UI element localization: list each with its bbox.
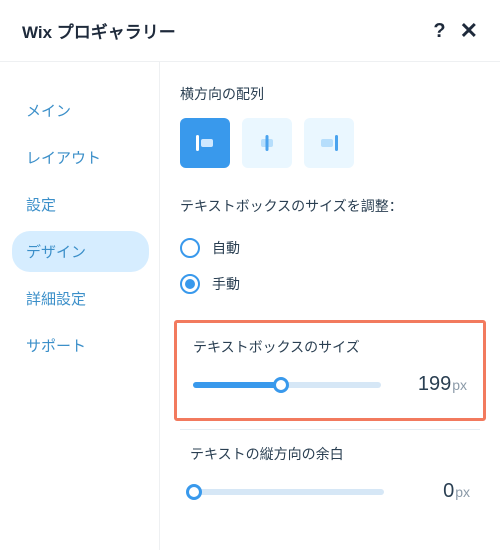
textbox-size-value: 199 (418, 373, 451, 395)
textbox-size-control: 199px (193, 373, 467, 396)
panel-body: メイン レイアウト 設定 デザイン 詳細設定 サポート 横方向の配列 (0, 62, 500, 550)
sidebar-item-settings[interactable]: 設定 (12, 184, 149, 225)
panel-title: Wix プロギャラリー (22, 18, 176, 43)
textbox-size-highlight: テキストボックスのサイズ 199px (174, 320, 486, 421)
sizing-mode-auto[interactable]: 自動 (180, 230, 480, 266)
vertical-margin-slider[interactable] (190, 484, 384, 500)
vertical-margin-value-display: 0px (400, 480, 470, 503)
horizontal-align-title: 横方向の配列 (180, 84, 480, 104)
align-right-button[interactable] (304, 118, 354, 168)
close-icon[interactable]: ✕ (460, 20, 478, 42)
slider-fill (193, 382, 281, 388)
vertical-margin-control: 0px (190, 480, 470, 503)
textbox-size-slider[interactable] (193, 377, 381, 393)
vertical-margin-unit: px (455, 484, 470, 500)
align-left-button[interactable] (180, 118, 230, 168)
slider-thumb[interactable] (186, 484, 202, 500)
sizing-mode-manual[interactable]: 手動 (180, 266, 480, 302)
vertical-margin-value: 0 (443, 480, 454, 502)
align-center-button[interactable] (242, 118, 292, 168)
sidebar-item-layout[interactable]: レイアウト (12, 137, 149, 178)
textbox-size-title: テキストボックスのサイズ (193, 337, 467, 357)
sidebar-item-design[interactable]: デザイン (12, 231, 149, 272)
sidebar-item-main[interactable]: メイン (12, 90, 149, 131)
vertical-margin-title: テキストの縦方向の余白 (190, 444, 470, 464)
radio-icon (180, 274, 200, 294)
header-action-group: ? ✕ (433, 20, 478, 42)
textbox-size-value-display: 199px (397, 373, 467, 396)
slider-track (190, 489, 384, 495)
sizing-mode-title: テキストボックスのサイズを調整： (180, 196, 480, 216)
sidebar-item-support[interactable]: サポート (12, 325, 149, 366)
sidebar: メイン レイアウト 設定 デザイン 詳細設定 サポート (0, 62, 160, 550)
main-content: 横方向の配列 テキストボックスのサイズを調整： (160, 62, 500, 550)
sidebar-item-advanced[interactable]: 詳細設定 (12, 278, 149, 319)
radio-icon (180, 238, 200, 258)
align-center-icon (256, 132, 278, 154)
align-left-icon (194, 132, 216, 154)
radio-label-manual: 手動 (212, 274, 240, 294)
radio-label-auto: 自動 (212, 238, 240, 258)
slider-thumb[interactable] (273, 377, 289, 393)
align-right-icon (318, 132, 340, 154)
help-icon[interactable]: ? (433, 21, 445, 41)
vertical-margin-section: テキストの縦方向の余白 0px (180, 429, 480, 503)
textbox-size-unit: px (452, 377, 467, 393)
horizontal-align-options (180, 118, 480, 168)
panel-header: Wix プロギャラリー ? ✕ (0, 0, 500, 62)
